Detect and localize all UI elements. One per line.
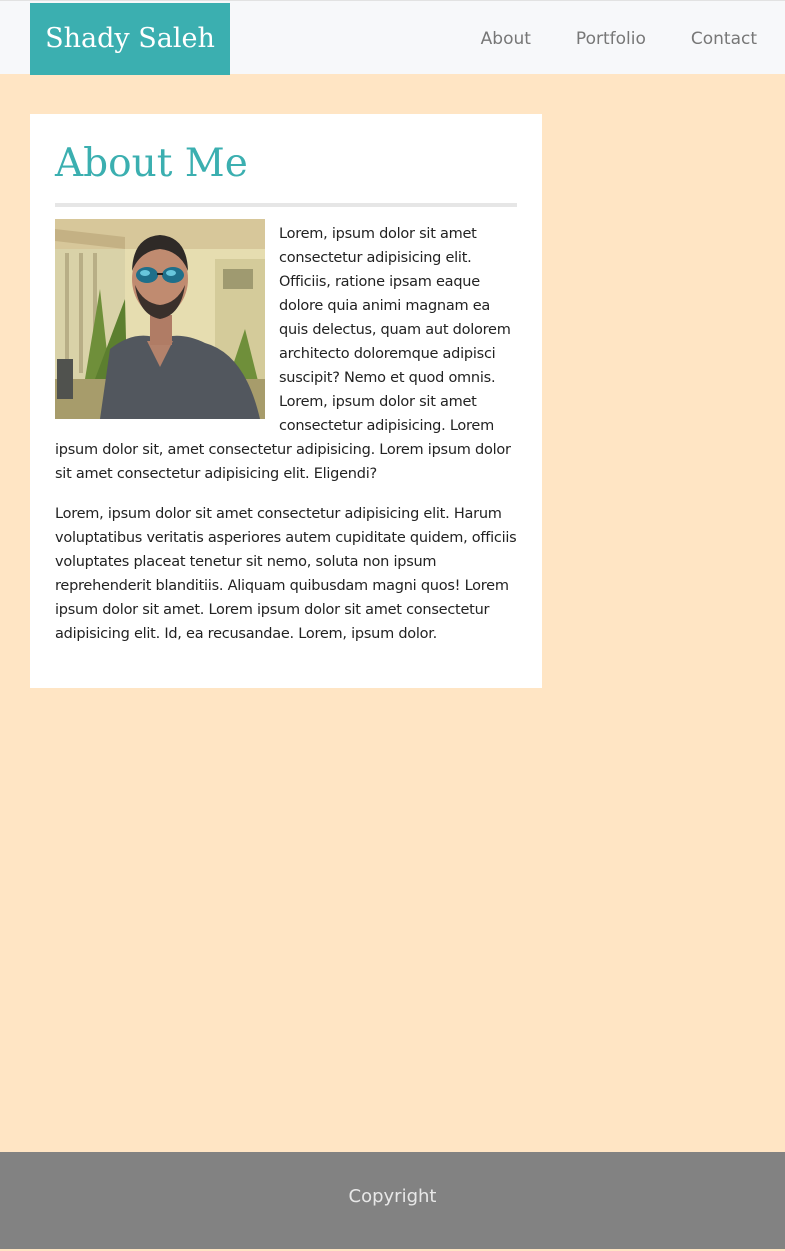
profile-photo: [55, 219, 265, 419]
about-paragraph-2: Lorem, ipsum dolor sit amet consectetur …: [55, 506, 517, 642]
page-title: About Me: [55, 141, 248, 186]
about-card: About Me Lorem, ipsum dolor sit amet con…: [30, 114, 542, 688]
nav-link-portfolio[interactable]: Portfolio: [576, 29, 646, 49]
footer-copyright: Copyright: [348, 1186, 437, 1207]
title-divider: [55, 203, 517, 207]
nav-link-contact[interactable]: Contact: [691, 29, 757, 49]
about-paragraph-1: Lorem, ipsum dolor sit amet consectetur …: [55, 219, 517, 486]
nav-links: About Portfolio Contact: [464, 3, 785, 75]
brand-logo-link[interactable]: Shady Saleh: [30, 3, 230, 75]
nav-link-about[interactable]: About: [481, 29, 531, 49]
navbar: Shady Saleh About Portfolio Contact: [0, 0, 785, 75]
footer: Copyright: [0, 1152, 785, 1249]
